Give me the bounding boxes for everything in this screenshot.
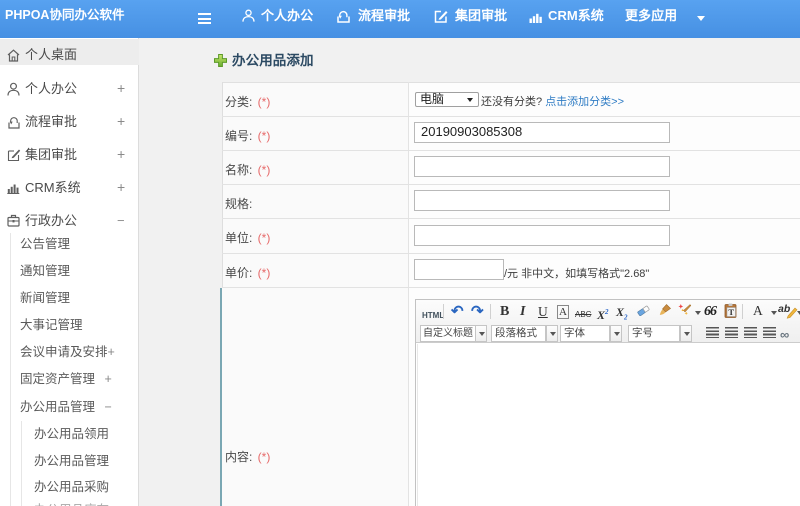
svg-text:T: T	[728, 307, 734, 317]
